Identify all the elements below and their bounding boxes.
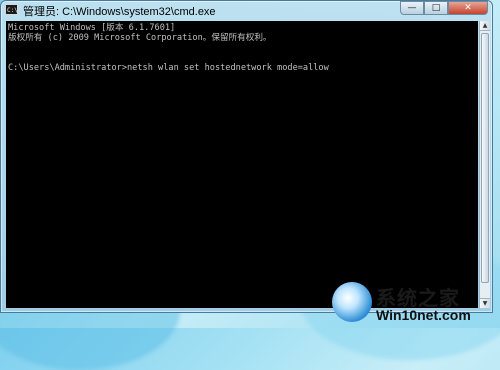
cmd-icon: C:\ [5,4,18,15]
scroll-up-button[interactable]: ▲ [480,21,490,31]
title-bar[interactable]: C:\ 管理员: C:\Windows\system32\cmd.exe — □… [1,1,492,19]
window-controls: — □ ✕ [400,1,488,15]
watermark: 系统之家 Win10net.com [332,280,500,328]
window-title: 管理员: C:\Windows\system32\cmd.exe [23,6,216,18]
console-output[interactable]: Microsoft Windows [版本 6.1.7601] 版权所有 (c)… [6,21,478,308]
console-line: Microsoft Windows [版本 6.1.7601] [8,23,176,33]
scroll-thumb[interactable] [481,33,489,283]
close-button[interactable]: ✕ [448,1,488,15]
vertical-scrollbar[interactable]: ▲ ▼ [479,21,490,308]
cmd-window[interactable]: C:\ 管理员: C:\Windows\system32\cmd.exe — □… [0,0,493,313]
console-line: C:\Users\Administrator>netsh wlan set ho… [8,63,329,73]
console-line: 版权所有 (c) 2009 Microsoft Corporation。保留所有… [8,33,272,43]
watermark-url: Win10net.com [376,307,471,323]
maximize-button[interactable]: □ [424,1,448,15]
minimize-button[interactable]: — [400,1,424,15]
brand-logo-icon [332,282,372,322]
